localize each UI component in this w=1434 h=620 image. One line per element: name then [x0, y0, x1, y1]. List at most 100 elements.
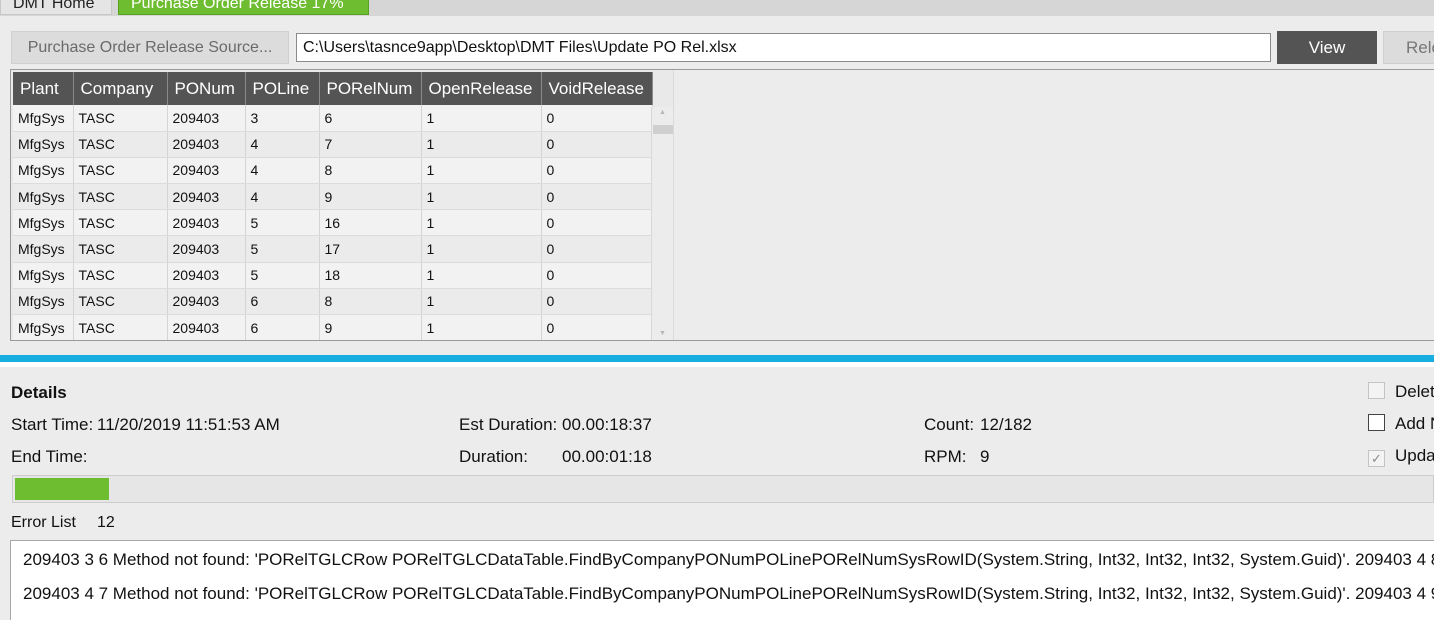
- table-cell-porelnum[interactable]: 9: [319, 314, 422, 340]
- table-cell-poline[interactable]: 6: [245, 314, 320, 340]
- table-cell-company[interactable]: TASC: [73, 105, 168, 132]
- table-cell-ponum[interactable]: 209403: [167, 157, 246, 185]
- column-header-ponum[interactable]: PONum: [167, 72, 246, 105]
- table-cell-ponum[interactable]: 209403: [167, 209, 246, 237]
- table-cell-porelnum[interactable]: 8: [319, 157, 422, 185]
- table-row[interactable]: MfgSys TASC 209403 4 7 1 0: [13, 131, 653, 158]
- delete-option[interactable]: Delete: [1368, 382, 1434, 402]
- table-cell-voidrelease[interactable]: 0: [541, 235, 653, 263]
- table-cell-poline[interactable]: 3: [245, 105, 320, 132]
- table-cell-company[interactable]: TASC: [73, 235, 168, 263]
- error-list-item[interactable]: 209403 4 7 Method not found: 'PORelTGLCR…: [23, 584, 1434, 604]
- table-cell-openrelease[interactable]: 1: [421, 157, 542, 185]
- table-cell-voidrelease[interactable]: 0: [541, 105, 653, 132]
- table-cell-ponum[interactable]: 209403: [167, 183, 246, 211]
- tab-purchase-order-release[interactable]: Purchase Order Release 17%: [118, 0, 369, 15]
- table-cell-poline[interactable]: 4: [245, 131, 320, 158]
- table-cell-company[interactable]: TASC: [73, 314, 168, 340]
- column-header-company[interactable]: Company: [73, 72, 168, 105]
- delete-checkbox[interactable]: [1368, 382, 1385, 399]
- table-cell-poline[interactable]: 6: [245, 288, 320, 316]
- add-new-checkbox[interactable]: [1368, 414, 1385, 431]
- update-checkbox[interactable]: ✓: [1368, 450, 1385, 467]
- table-cell-porelnum[interactable]: 17: [319, 235, 422, 263]
- table-cell-company[interactable]: TASC: [73, 262, 168, 289]
- table-cell-company[interactable]: TASC: [73, 131, 168, 158]
- table-cell-openrelease[interactable]: 1: [421, 131, 542, 158]
- table-cell-porelnum[interactable]: 9: [319, 183, 422, 211]
- table-cell-voidrelease[interactable]: 0: [541, 131, 653, 158]
- table-cell-plant[interactable]: MfgSys: [13, 209, 74, 237]
- reload-button[interactable]: Reload: [1383, 31, 1434, 64]
- table-cell-openrelease[interactable]: 1: [421, 262, 542, 289]
- scroll-thumb[interactable]: [653, 125, 673, 134]
- table-cell-ponum[interactable]: 209403: [167, 131, 246, 158]
- table-row[interactable]: MfgSys TASC 209403 5 16 1 0: [13, 209, 653, 237]
- column-header-voidrelease[interactable]: VoidRelease: [541, 72, 653, 105]
- table-cell-plant[interactable]: MfgSys: [13, 288, 74, 316]
- column-header-porelnum[interactable]: PORelNum: [319, 72, 422, 105]
- table-cell-porelnum[interactable]: 6: [319, 105, 422, 132]
- table-cell-company[interactable]: TASC: [73, 209, 168, 237]
- source-file-button[interactable]: Purchase Order Release Source...: [11, 31, 289, 64]
- panel-splitter[interactable]: [0, 355, 1434, 362]
- table-cell-porelnum[interactable]: 16: [319, 209, 422, 237]
- table-cell-porelnum[interactable]: 8: [319, 288, 422, 316]
- table-cell-openrelease[interactable]: 1: [421, 288, 542, 316]
- table-cell-porelnum[interactable]: 7: [319, 131, 422, 158]
- table-cell-plant[interactable]: MfgSys: [13, 314, 74, 340]
- table-cell-plant[interactable]: MfgSys: [13, 105, 74, 132]
- table-cell-plant[interactable]: MfgSys: [13, 131, 74, 158]
- scroll-down-arrow-icon[interactable]: ▼: [652, 329, 673, 339]
- column-header-plant[interactable]: Plant: [13, 72, 74, 105]
- table-cell-ponum[interactable]: 209403: [167, 262, 246, 289]
- table-cell-poline[interactable]: 4: [245, 157, 320, 185]
- grid-vertical-scrollbar[interactable]: ▲ ▼: [651, 107, 673, 340]
- table-cell-company[interactable]: TASC: [73, 157, 168, 185]
- table-cell-ponum[interactable]: 209403: [167, 105, 246, 132]
- table-cell-openrelease[interactable]: 1: [421, 183, 542, 211]
- table-cell-poline[interactable]: 4: [245, 183, 320, 211]
- table-row[interactable]: MfgSys TASC 209403 6 9 1 0: [13, 314, 653, 340]
- table-cell-plant[interactable]: MfgSys: [13, 157, 74, 185]
- table-row[interactable]: MfgSys TASC 209403 5 18 1 0: [13, 262, 653, 289]
- table-cell-poline[interactable]: 5: [245, 235, 320, 263]
- view-button[interactable]: View: [1277, 31, 1377, 64]
- column-header-poline[interactable]: POLine: [245, 72, 320, 105]
- error-list[interactable]: 209403 3 6 Method not found: 'PORelTGLCR…: [10, 540, 1434, 620]
- table-cell-poline[interactable]: 5: [245, 262, 320, 289]
- table-cell-poline[interactable]: 5: [245, 209, 320, 237]
- table-cell-voidrelease[interactable]: 0: [541, 183, 653, 211]
- table-cell-openrelease[interactable]: 1: [421, 314, 542, 340]
- table-row[interactable]: MfgSys TASC 209403 6 8 1 0: [13, 288, 653, 316]
- column-header-openrelease[interactable]: OpenRelease: [421, 72, 542, 105]
- table-cell-porelnum[interactable]: 18: [319, 262, 422, 289]
- table-cell-voidrelease[interactable]: 0: [541, 288, 653, 316]
- table-cell-ponum[interactable]: 209403: [167, 314, 246, 340]
- tab-dmt-home[interactable]: DMT Home: [0, 0, 112, 15]
- table-cell-openrelease[interactable]: 1: [421, 209, 542, 237]
- table-cell-voidrelease[interactable]: 0: [541, 262, 653, 289]
- table-cell-voidrelease[interactable]: 0: [541, 157, 653, 185]
- update-option[interactable]: ✓ Update: [1368, 446, 1434, 467]
- table-cell-plant[interactable]: MfgSys: [13, 183, 74, 211]
- table-cell-company[interactable]: TASC: [73, 288, 168, 316]
- source-path-input[interactable]: [296, 33, 1271, 62]
- table-row[interactable]: MfgSys TASC 209403 5 17 1 0: [13, 235, 653, 263]
- table-cell-plant[interactable]: MfgSys: [13, 262, 74, 289]
- table-row[interactable]: MfgSys TASC 209403 4 8 1 0: [13, 157, 653, 185]
- table-cell-plant[interactable]: MfgSys: [13, 235, 74, 263]
- table-cell-ponum[interactable]: 209403: [167, 235, 246, 263]
- scroll-up-arrow-icon[interactable]: ▲: [652, 108, 673, 118]
- table-cell-openrelease[interactable]: 1: [421, 105, 542, 132]
- table-row[interactable]: MfgSys TASC 209403 3 6 1 0: [13, 105, 653, 132]
- add-new-option[interactable]: Add New: [1368, 414, 1434, 434]
- rpm-label: RPM:: [924, 447, 967, 466]
- table-cell-company[interactable]: TASC: [73, 183, 168, 211]
- error-list-item[interactable]: 209403 3 6 Method not found: 'PORelTGLCR…: [23, 550, 1434, 570]
- table-cell-voidrelease[interactable]: 0: [541, 209, 653, 237]
- table-cell-ponum[interactable]: 209403: [167, 288, 246, 316]
- table-cell-voidrelease[interactable]: 0: [541, 314, 653, 340]
- table-cell-openrelease[interactable]: 1: [421, 235, 542, 263]
- table-row[interactable]: MfgSys TASC 209403 4 9 1 0: [13, 183, 653, 211]
